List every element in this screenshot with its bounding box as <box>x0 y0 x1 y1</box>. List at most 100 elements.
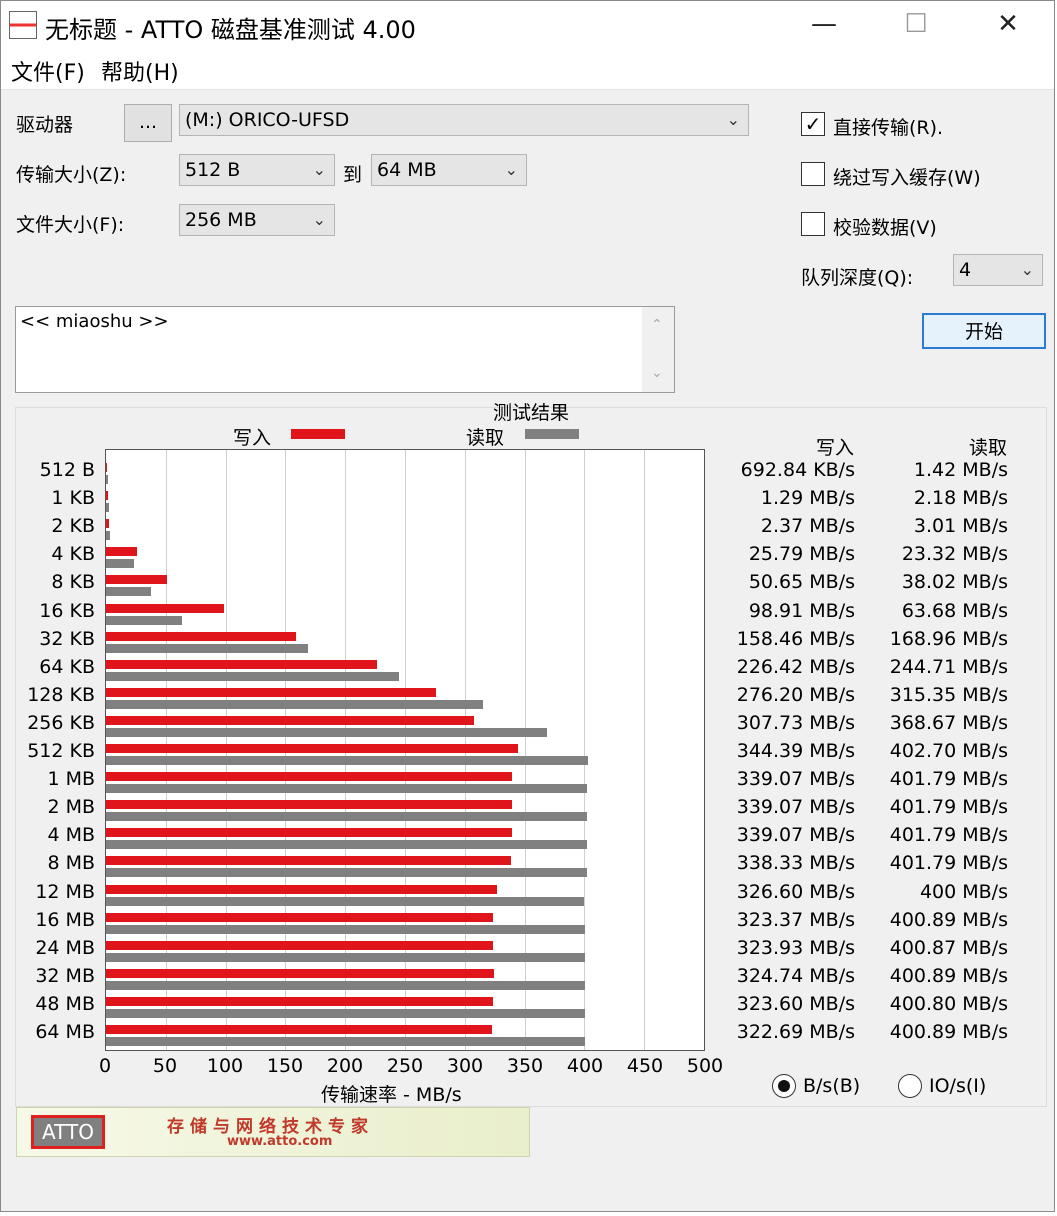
scroll-up-icon[interactable]: ⌃ <box>651 317 663 333</box>
queue-depth-value: 4 <box>959 259 972 281</box>
chevron-down-icon: ⌄ <box>312 210 326 229</box>
description-textarea[interactable]: << miaoshu >> ⌃ ⌄ <box>15 306 675 393</box>
write-bar <box>106 940 494 950</box>
queue-depth-select[interactable]: 4 ⌄ <box>953 254 1043 286</box>
y-tick-label: 16 MB <box>35 908 95 931</box>
write-value: 307.73 MB/s <box>736 711 855 734</box>
read-value: 23.32 MB/s <box>901 543 1008 566</box>
maximize-button[interactable]: ☐ <box>870 1 962 49</box>
bytes-radio-label: B/s(B) <box>803 1075 861 1097</box>
y-tick-label: 16 KB <box>39 599 95 622</box>
read-value: 400.89 MB/s <box>889 1021 1008 1043</box>
close-button[interactable]: ✕ <box>962 1 1054 49</box>
write-value: 344.39 MB/s <box>736 740 855 762</box>
y-tick-label: 1 KB <box>51 487 95 510</box>
write-value: 339.07 MB/s <box>736 796 855 819</box>
start-button[interactable]: 开始 <box>922 313 1046 349</box>
y-tick-label: 8 MB <box>47 852 95 875</box>
legend-write-swatch <box>291 429 345 439</box>
transfer-size-label: 传输大小(Z): <box>16 164 127 186</box>
scroll-down-icon[interactable]: ⌄ <box>651 365 663 381</box>
file-size-select[interactable]: 256 MB ⌄ <box>179 204 335 236</box>
x-tick-label: 400 <box>566 1055 604 1077</box>
write-bar <box>106 491 108 501</box>
read-value: 400.87 MB/s <box>889 936 1008 959</box>
transfer-to-select[interactable]: 64 MB ⌄ <box>371 154 527 186</box>
read-bar <box>106 784 587 794</box>
write-value: 692.84 KB/s <box>740 459 855 481</box>
write-value: 2.37 MB/s <box>760 515 855 538</box>
write-value: 226.42 MB/s <box>736 655 855 678</box>
read-bar <box>106 699 484 709</box>
x-tick-label: 500 <box>686 1055 724 1077</box>
write-bar <box>106 687 437 697</box>
write-value: 338.33 MB/s <box>736 852 855 875</box>
read-value: 2.18 MB/s <box>913 487 1008 510</box>
description-scrollbar[interactable]: ⌃ ⌄ <box>642 307 674 392</box>
read-bar <box>106 812 587 822</box>
read-bar <box>106 615 183 625</box>
file-size-label: 文件大小(F): <box>16 214 125 236</box>
read-bar <box>106 1037 586 1046</box>
read-bar <box>106 980 586 990</box>
read-value: 63.68 MB/s <box>901 599 1008 622</box>
write-bar <box>106 463 107 472</box>
browse-button[interactable]: ... <box>124 104 172 142</box>
y-tick-label: 64 KB <box>39 655 95 678</box>
read-bar <box>106 756 588 765</box>
results-title: 测试结果 <box>493 402 570 424</box>
gridline <box>644 450 646 1050</box>
legend-write-label: 写入 <box>233 427 272 449</box>
bypass-cache-checkbox[interactable] <box>801 162 825 186</box>
y-tick-label: 64 MB <box>35 1021 95 1043</box>
chevron-down-icon: ⌄ <box>726 110 740 129</box>
write-bar <box>106 715 475 725</box>
x-tick-label: 150 <box>266 1055 304 1077</box>
verify-label: 校验数据(V) <box>833 217 937 239</box>
read-value: 244.71 MB/s <box>889 655 1008 678</box>
x-tick-label: 50 <box>152 1055 178 1077</box>
drive-select[interactable]: (M:) ORICO-UFSD ⌄ <box>179 104 749 136</box>
menu-file[interactable]: 文件(F) <box>11 55 85 87</box>
atto-banner[interactable]: ATTO 存储与网络技术专家 www.atto.com <box>16 1107 530 1157</box>
read-bar <box>106 952 586 962</box>
write-bar <box>106 856 511 866</box>
column-write-header: 写入 <box>816 437 855 459</box>
write-value: 323.37 MB/s <box>736 908 855 931</box>
x-tick-label: 100 <box>206 1055 244 1077</box>
write-value: 276.20 MB/s <box>736 683 855 706</box>
chevron-down-icon: ⌄ <box>504 160 518 179</box>
verify-checkbox[interactable] <box>801 212 825 236</box>
bytes-radio[interactable] <box>772 1074 796 1098</box>
read-bar <box>106 559 134 569</box>
read-value: 401.79 MB/s <box>889 796 1008 819</box>
read-bar <box>106 531 110 541</box>
checkmark-icon: ✓ <box>804 112 822 136</box>
minimize-button[interactable]: — <box>778 1 870 49</box>
write-value: 326.60 MB/s <box>736 880 855 903</box>
read-value: 315.35 MB/s <box>889 683 1008 706</box>
radio-selected-dot <box>778 1080 790 1092</box>
write-bar <box>106 1025 492 1034</box>
x-tick-label: 450 <box>626 1055 664 1077</box>
read-value: 368.67 MB/s <box>889 711 1008 734</box>
y-tick-label: 48 MB <box>35 992 95 1015</box>
read-value: 3.01 MB/s <box>913 515 1008 538</box>
transfer-from-select[interactable]: 512 B ⌄ <box>179 154 335 186</box>
read-value: 401.79 MB/s <box>889 852 1008 875</box>
column-read-header: 读取 <box>969 437 1008 459</box>
read-bar <box>106 727 547 737</box>
x-tick-label: 0 <box>98 1055 112 1077</box>
read-bar <box>106 924 586 934</box>
menu-help[interactable]: 帮助(H) <box>101 55 179 87</box>
write-value: 1.29 MB/s <box>760 487 855 510</box>
title-bar: 无标题 - ATTO 磁盘基准测试 4.00 — ☐ ✕ <box>1 1 1054 49</box>
read-value: 400 MB/s <box>919 880 1008 903</box>
read-value: 400.80 MB/s <box>889 992 1008 1015</box>
y-tick-label: 12 MB <box>35 880 95 903</box>
read-value: 402.70 MB/s <box>889 740 1008 762</box>
banner-url: www.atto.com <box>227 1134 333 1149</box>
direct-io-checkbox[interactable]: ✓ <box>801 112 825 136</box>
io-radio[interactable] <box>898 1074 922 1098</box>
y-tick-label: 128 KB <box>27 683 95 706</box>
